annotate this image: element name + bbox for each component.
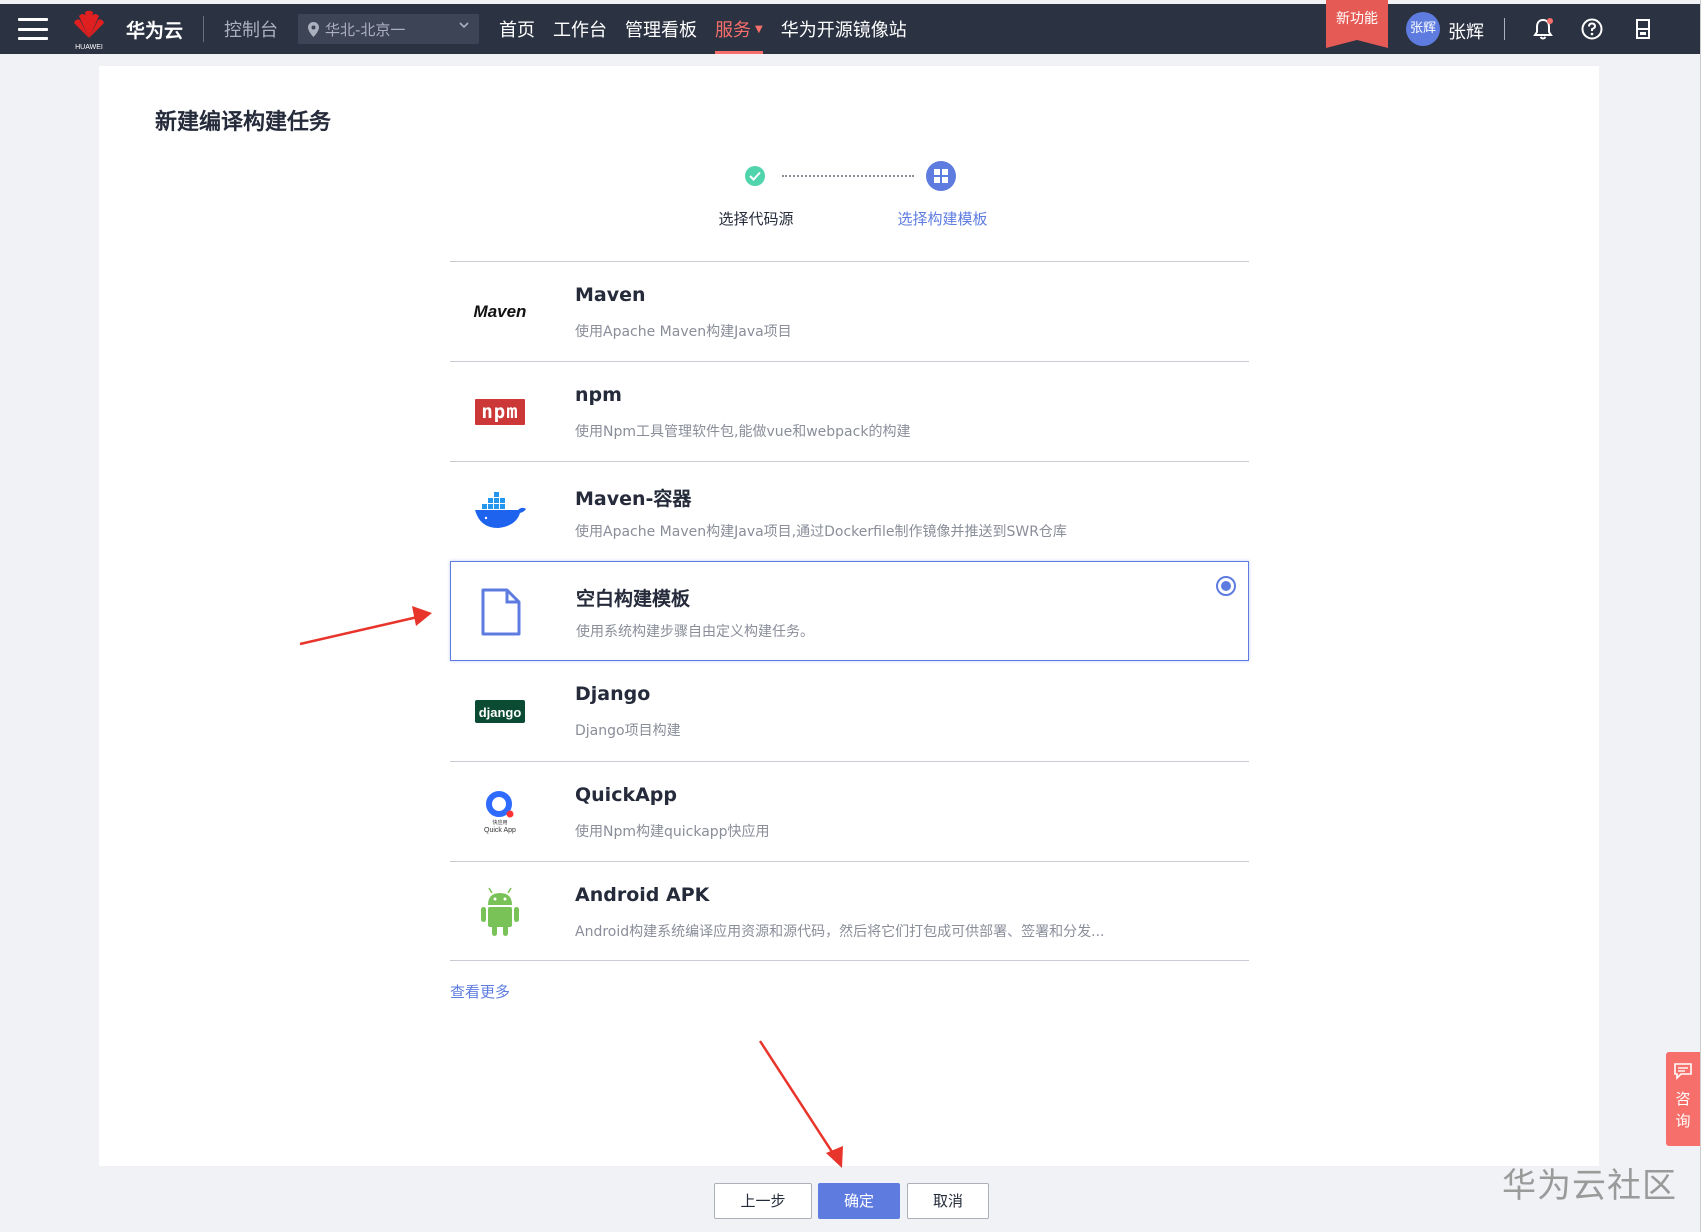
template-radio-selected[interactable] <box>1216 576 1236 596</box>
caret-down-icon: ▼ <box>755 23 763 35</box>
quickapp-logo-text-en: Quick App <box>484 826 516 834</box>
nav-divider-right <box>1504 18 1505 40</box>
docker-whale-icon <box>470 482 530 542</box>
view-more-link[interactable]: 查看更多 <box>450 981 510 1002</box>
django-logo-text: django <box>478 704 522 720</box>
help-icon[interactable] <box>1579 16 1605 42</box>
template-name: npm <box>575 384 622 406</box>
previous-step-button[interactable]: 上一步 <box>714 1183 812 1219</box>
template-description: 使用Apache Maven构建Java项目,通过Dockerfile制作镜像并… <box>575 524 1067 540</box>
template-item-maven-container[interactable]: Maven-容器 使用Apache Maven构建Java项目,通过Docker… <box>450 461 1249 561</box>
console-link[interactable]: 控制台 <box>224 16 278 42</box>
nav-services[interactable]: 服务 ▼ <box>715 4 763 54</box>
template-item-android-apk[interactable]: Android APK Android构建系统编译应用资源和源代码，然后将它们打… <box>450 861 1249 961</box>
nav-services-label: 服务 <box>715 20 752 41</box>
consult-label-line1: 咨 <box>1675 1090 1691 1108</box>
django-logo-icon: django <box>470 681 530 741</box>
cancel-button[interactable]: 取消 <box>907 1183 989 1219</box>
huawei-logo[interactable]: HUAWEI <box>70 7 108 51</box>
template-description: 使用Apache Maven构建Java项目 <box>575 324 792 340</box>
avatar[interactable]: 张辉 <box>1406 12 1440 46</box>
new-feature-badge[interactable]: 新功能 <box>1326 0 1388 48</box>
chevron-down-icon <box>459 22 469 29</box>
template-item-npm[interactable]: npm npm 使用Npm工具管理软件包,能做vue和webpack的构建 <box>450 361 1249 461</box>
nav-mirror-site[interactable]: 华为开源镜像站 <box>781 4 907 54</box>
bell-icon[interactable] <box>1530 16 1556 42</box>
template-description: 使用Npm工具管理软件包,能做vue和webpack的构建 <box>575 424 911 440</box>
huawei-logo-text: HUAWEI <box>75 44 103 51</box>
region-selector[interactable]: 华北-北京一 <box>298 14 480 44</box>
consult-float-button[interactable]: 咨 询 <box>1666 1052 1700 1146</box>
npm-logo-icon: npm <box>470 382 530 442</box>
template-description: Android构建系统编译应用资源和源代码，然后将它们打包成可供部署、签署和分发… <box>575 924 1105 940</box>
maven-logo-text: Maven <box>473 302 527 321</box>
nav-divider <box>203 16 205 42</box>
page-title: 新建编译构建任务 <box>155 110 332 135</box>
template-description: Django项目构建 <box>575 723 681 739</box>
main-nav: 首页 工作台 管理看板 服务 ▼ 华为开源镜像站 <box>499 4 925 54</box>
chat-icon <box>1674 1063 1692 1080</box>
consult-label-line2: 询 <box>1675 1112 1691 1130</box>
confirm-button[interactable]: 确定 <box>818 1183 900 1219</box>
maven-logo-icon: Maven <box>470 282 530 342</box>
stepper-connector <box>782 175 914 177</box>
template-item-django[interactable]: django Django Django项目构建 <box>450 661 1249 761</box>
nav-workbench[interactable]: 工作台 <box>553 4 607 54</box>
nav-home[interactable]: 首页 <box>499 4 535 54</box>
brand-name[interactable]: 华为云 <box>126 16 183 43</box>
template-item-blank[interactable]: 空白构建模板 使用系统构建步骤自由定义构建任务。 <box>450 561 1249 661</box>
quickapp-logo-icon: 快应用 Quick App <box>470 782 530 842</box>
nav-dashboard[interactable]: 管理看板 <box>625 4 697 54</box>
top-navigation-bar: HUAWEI 华为云 控制台 华北-北京一 首页 工作台 管理看板 服务 ▼ 华为… <box>0 0 1700 54</box>
step-1-check-icon <box>745 166 765 186</box>
template-name: Maven-容器 <box>575 488 692 510</box>
npm-logo-text: npm <box>481 401 519 423</box>
template-name: 空白构建模板 <box>576 588 691 610</box>
quickapp-logo-text-cn: 快应用 <box>492 819 508 826</box>
location-pin-icon <box>308 21 320 37</box>
template-description: 使用Npm构建quickapp快应用 <box>575 824 770 840</box>
step-1-label: 选择代码源 <box>718 210 794 228</box>
template-item-quickapp[interactable]: 快应用 Quick App QuickApp 使用Npm构建quickapp快应… <box>450 761 1249 861</box>
consult-label: 咨 询 <box>1666 1088 1700 1132</box>
template-name: Maven <box>575 284 646 306</box>
username[interactable]: 张辉 <box>1448 18 1484 44</box>
menu-icon[interactable] <box>18 18 48 40</box>
template-name: Django <box>575 683 651 705</box>
template-name: QuickApp <box>575 784 677 806</box>
region-selector-value: 华北-北京一 <box>325 20 406 39</box>
android-robot-icon <box>470 882 530 942</box>
template-description: 使用系统构建步骤自由定义构建任务。 <box>576 624 814 640</box>
clipboard-icon[interactable] <box>1630 16 1656 42</box>
template-item-maven[interactable]: Maven Maven 使用Apache Maven构建Java项目 <box>450 261 1249 361</box>
step-2-label: 选择构建模板 <box>897 210 988 228</box>
watermark: 华为云社区 <box>1502 1166 1677 1206</box>
template-list: Maven Maven 使用Apache Maven构建Java项目 npm n… <box>450 261 1249 961</box>
step-2-template-icon <box>926 161 956 191</box>
blank-document-icon <box>471 582 531 642</box>
template-name: Android APK <box>575 884 710 906</box>
